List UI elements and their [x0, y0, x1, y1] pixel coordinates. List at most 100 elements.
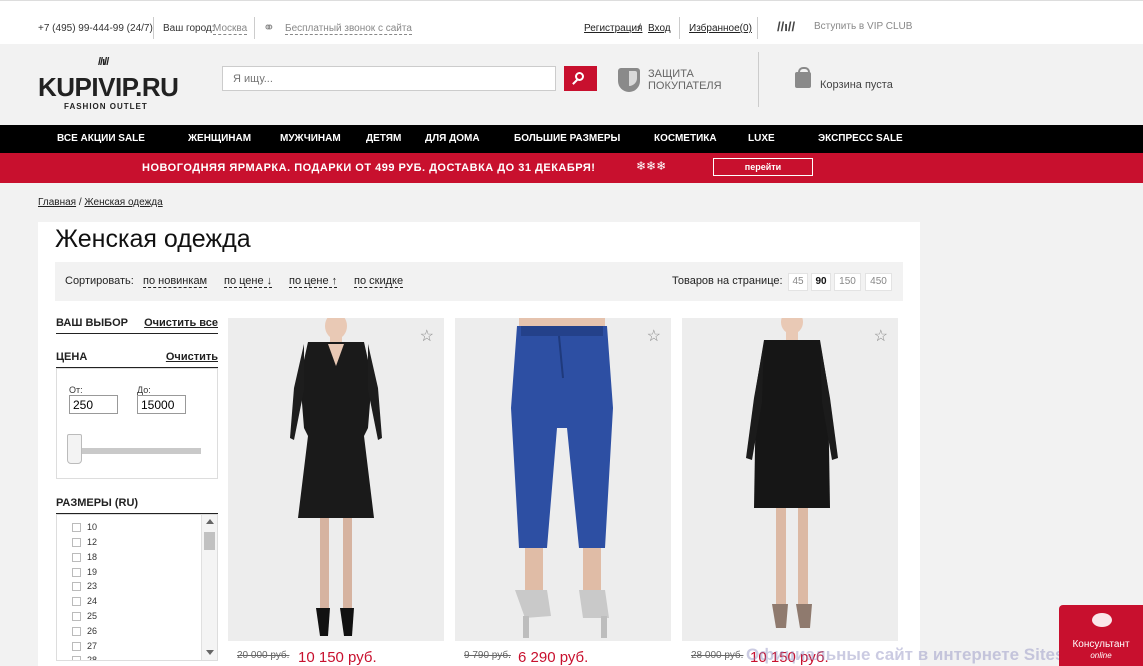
buyer-protection[interactable]: ЗАЩИТА ПОКУПАТЕЛЯ — [618, 66, 758, 96]
per-page-150[interactable]: 150 — [834, 273, 861, 291]
per-page-450[interactable]: 450 — [865, 273, 892, 291]
checkbox[interactable] — [72, 597, 81, 607]
shopping-bag-icon — [795, 67, 811, 88]
per-page-90[interactable]: 90 — [811, 273, 831, 291]
scrollbar-thumb[interactable] — [204, 532, 215, 550]
nav-item-kids[interactable]: ДЕТЯМ — [366, 133, 401, 144]
sort-by-discount[interactable]: по скидке — [354, 275, 404, 288]
checkbox[interactable] — [72, 612, 81, 622]
sort-bar: Сортировать: по новинкам по цене ↓ по це… — [55, 262, 903, 301]
per-page-label: Товаров на странице: — [672, 275, 783, 287]
promo-go-button[interactable]: перейти — [713, 158, 813, 176]
size-option[interactable]: 19 — [72, 567, 97, 578]
divider — [757, 17, 758, 39]
checkbox[interactable] — [72, 627, 81, 637]
promo-banner[interactable]: НОВОГОДНЯЯ ЯРМАРКА. ПОДАРКИ ОТ 499 РУБ. … — [0, 153, 1143, 183]
slash-separator: / — [638, 23, 641, 34]
cart-status: Корзина пуста — [820, 79, 893, 91]
sort-label: Сортировать: — [65, 275, 134, 287]
protect-line-2: ПОКУПАТЕЛЯ — [648, 80, 722, 92]
price-filter-header: ЦЕНА Очистить — [56, 351, 218, 368]
vip-logo-icon: //ı// — [777, 19, 796, 34]
size-label: 26 — [87, 626, 98, 636]
sort-by-price-asc[interactable]: по цене ↑ — [289, 275, 338, 288]
clear-all-filters-link[interactable]: Очистить все — [144, 317, 218, 329]
online-consultant-button[interactable]: Консультант online — [1059, 605, 1143, 666]
size-option[interactable]: 12 — [72, 537, 98, 548]
price-to-input[interactable] — [137, 395, 186, 414]
old-price: 9 790 руб. — [464, 650, 511, 661]
sizes-list: 10 12 18 19 23 24 25 26 27 28 — [56, 514, 218, 661]
logo-tagline: FASHION OUTLET — [64, 102, 148, 111]
breadcrumb: Главная / Женская одежда — [38, 197, 163, 208]
per-page-45[interactable]: 45 — [788, 273, 808, 291]
size-option[interactable]: 10 — [72, 522, 97, 533]
old-price: 20 000 руб. — [237, 650, 290, 661]
checkbox[interactable] — [72, 656, 81, 660]
size-label: 12 — [87, 537, 98, 547]
favorite-star-icon[interactable]: ☆ — [420, 326, 434, 346]
checkbox[interactable] — [72, 642, 81, 652]
breadcrumb-home[interactable]: Главная — [38, 197, 76, 208]
nav-item-plus-size[interactable]: БОЛЬШИЕ РАЗМЕРЫ — [514, 133, 620, 144]
size-option[interactable]: 18 — [72, 552, 97, 563]
nav-item-home[interactable]: ДЛЯ ДОМА — [425, 133, 480, 144]
price-slider-handle[interactable] — [67, 434, 82, 464]
search-input[interactable] — [222, 66, 556, 91]
login-link[interactable]: Вход — [648, 23, 671, 34]
nav-item-men[interactable]: МУЖЧИНАМ — [280, 133, 341, 144]
divider — [679, 17, 680, 39]
site-logo[interactable]: //ı// KUPIVIP.RU FASHION OUTLET — [38, 56, 188, 116]
size-option[interactable]: 28 — [72, 655, 98, 661]
price-filter-title: ЦЕНА — [56, 351, 88, 363]
size-label: 25 — [87, 611, 98, 621]
size-option[interactable]: 24 — [72, 596, 97, 607]
checkbox[interactable] — [72, 553, 81, 563]
product-card-image[interactable]: ☆ — [682, 318, 898, 641]
city-label: Ваш город: — [163, 23, 215, 34]
protect-line-1: ЗАЩИТА — [648, 68, 694, 80]
sort-by-price-desc[interactable]: по цене ↓ — [224, 275, 273, 288]
scroll-down-icon[interactable] — [206, 650, 214, 655]
divider — [758, 52, 759, 107]
favorites-link[interactable]: Избранное(0) — [689, 23, 752, 34]
current-price: 10 150 руб. — [298, 649, 377, 666]
price-filter: От: До: — [56, 368, 218, 479]
city-selector[interactable]: Москва — [213, 23, 248, 35]
register-link[interactable]: Регистрация — [584, 23, 642, 34]
sizes-scrollbar[interactable] — [201, 515, 217, 660]
nav-item-women[interactable]: ЖЕНЩИНАМ — [188, 133, 251, 144]
vip-club-link[interactable]: Вступить в VIP CLUB — [814, 21, 912, 32]
breadcrumb-current[interactable]: Женская одежда — [84, 197, 162, 208]
nav-item-luxe[interactable]: LUXE — [748, 133, 775, 144]
checkbox[interactable] — [72, 538, 81, 548]
size-option[interactable]: 23 — [72, 581, 97, 592]
search-button[interactable] — [564, 66, 597, 91]
price-from-input[interactable] — [69, 395, 118, 414]
checkbox[interactable] — [72, 523, 81, 533]
price-slider-track[interactable] — [80, 448, 201, 454]
favorite-star-icon[interactable]: ☆ — [874, 326, 888, 346]
size-option[interactable]: 26 — [72, 626, 98, 637]
nav-item-cosmetics[interactable]: КОСМЕТИКА — [654, 133, 717, 144]
checkbox[interactable] — [72, 568, 81, 578]
sort-by-newest[interactable]: по новинкам — [143, 275, 208, 288]
product-card-image[interactable]: ☆ — [228, 318, 444, 641]
favorite-star-icon[interactable]: ☆ — [647, 326, 661, 346]
scroll-up-icon[interactable] — [206, 519, 214, 524]
size-label: 27 — [87, 641, 98, 651]
checkbox[interactable] — [72, 582, 81, 592]
nav-item-express-sale[interactable]: ЭКСПРЕСС SALE — [818, 133, 903, 144]
shield-icon — [618, 68, 640, 92]
size-option[interactable]: 25 — [72, 611, 98, 622]
headset-icon: ⚭ — [263, 19, 275, 35]
size-option[interactable]: 27 — [72, 641, 98, 652]
free-callback-link[interactable]: Бесплатный звонок с сайта — [285, 23, 412, 35]
clear-price-link[interactable]: Очистить — [166, 351, 218, 363]
product-card-image[interactable]: ☆ — [455, 318, 671, 641]
divider — [254, 17, 255, 39]
nav-item-all-sale[interactable]: ВСЕ АКЦИИ SALE — [57, 133, 145, 144]
price-to-label: До: — [137, 385, 151, 395]
main-navigation: ВСЕ АКЦИИ SALE ЖЕНЩИНАМ МУЖЧИНАМ ДЕТЯМ Д… — [0, 125, 1143, 153]
size-label: 28 — [87, 655, 98, 661]
